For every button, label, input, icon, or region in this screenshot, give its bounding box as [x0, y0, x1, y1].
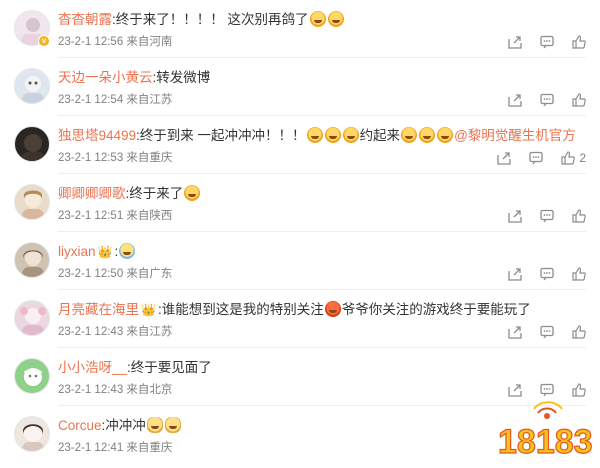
avatar[interactable]: [14, 358, 50, 394]
comment-icon[interactable]: [540, 35, 554, 49]
emoji-icon: [184, 185, 201, 201]
share-icon[interactable]: [508, 209, 522, 223]
like-icon[interactable]: [561, 151, 576, 165]
comment-meta: 23-2-1 12:41 来自重庆: [58, 442, 173, 454]
emoji-icon: [437, 127, 454, 143]
username-link[interactable]: Corcue: [58, 418, 102, 433]
avatar[interactable]: [14, 68, 50, 104]
avatar[interactable]: [14, 300, 50, 336]
comment-line: liyxian 👑:: [58, 242, 136, 262]
comment-text: :终于到来 一起冲冲冲！！！: [136, 128, 306, 143]
comment-line: 小小浩呀__:终于要见面了: [58, 358, 212, 378]
comment-actions: [490, 34, 586, 50]
username-link[interactable]: 卿卿卿卿歌: [58, 186, 126, 201]
comment-actions: 2: [479, 150, 586, 166]
emoji-icon: [306, 127, 323, 143]
comment-text: 约起来: [359, 128, 401, 143]
comment-meta: 23-2-1 12:43 来自江苏: [58, 326, 173, 338]
avatar[interactable]: [14, 126, 50, 162]
comment-line: 天边一朵小黄云:转发微博: [58, 68, 210, 88]
username-link[interactable]: liyxian: [58, 244, 96, 259]
crown-badge-icon: 👑: [141, 303, 156, 317]
avatar[interactable]: [14, 184, 50, 220]
comment-actions: [490, 266, 586, 282]
comment-text: :终于要见面了: [127, 360, 212, 375]
comment-text: :谁能想到这是我的特别关注: [157, 302, 324, 317]
comment-text: :: [114, 244, 119, 259]
like-count: 2: [579, 151, 586, 165]
share-icon[interactable]: [497, 151, 511, 165]
comment-meta: 23-2-1 12:54 来自江苏: [58, 94, 173, 106]
comment-line: 月亮藏在海里 👑:谁能想到这是我的特别关注 爷爷你关注的游戏终于要能玩了: [58, 300, 531, 320]
emoji-icon: [119, 243, 136, 259]
username-link[interactable]: 小小浩呀__: [58, 360, 127, 375]
comment-item: v 杳杳朝露:终于来了！！！！ 这次别再鸽了 23-2-1 12:56 来自河南: [0, 0, 600, 58]
comment-line: 独思塔94499:终于到来 一起冲冲冲！！！ 约起来 @黎明觉醒生机官方: [58, 126, 576, 146]
comment-item: liyxian 👑: 23-2-1 12:50 来自广东: [0, 232, 600, 290]
like-icon[interactable]: [572, 209, 586, 223]
verified-badge-icon: v: [38, 35, 50, 47]
comment-line: 杳杳朝露:终于来了！！！！ 这次别再鸽了: [58, 10, 345, 30]
like-icon[interactable]: [572, 267, 586, 281]
comment-text: :冲冲冲: [101, 418, 146, 433]
comment-text: 爷爷你关注的游戏终于要能玩了: [341, 302, 531, 317]
comment-icon[interactable]: [540, 209, 554, 223]
emoji-icon: [342, 127, 359, 143]
emoji-icon: [146, 417, 163, 433]
comment-item: 独思塔94499:终于到来 一起冲冲冲！！！ 约起来 @黎明觉醒生机官方 23-2-…: [0, 116, 600, 174]
share-icon[interactable]: [508, 93, 522, 107]
site-logo: 18183: [494, 395, 596, 463]
emoji-icon: [324, 301, 341, 317]
logo-text: 18183: [498, 423, 593, 461]
comment-meta: 23-2-1 12:50 来自广东: [58, 268, 173, 280]
comment-text: :终于来了！！！！ 这次别再鸽了: [112, 12, 309, 27]
comment-meta: 23-2-1 12:56 来自河南: [58, 36, 173, 48]
comment-actions: [490, 92, 586, 108]
emoji-icon: [324, 127, 341, 143]
comment-item: 卿卿卿卿歌:终于来了 23-2-1 12:51 来自陕西: [0, 174, 600, 232]
mention-link[interactable]: @黎明觉醒生机官方: [454, 128, 576, 143]
emoji-icon: [309, 11, 326, 27]
comment-line: Corcue:冲冲冲: [58, 416, 182, 436]
comment-actions: [490, 324, 586, 340]
emoji-icon: [164, 417, 181, 433]
comment-item: 天边一朵小黄云:转发微博 23-2-1 12:54 来自江苏: [0, 58, 600, 116]
like-icon[interactable]: [572, 93, 586, 107]
avatar[interactable]: [14, 242, 50, 278]
emoji-icon: [327, 11, 344, 27]
share-icon[interactable]: [508, 325, 522, 339]
username-link[interactable]: 杳杳朝露: [58, 12, 112, 27]
crown-badge-icon: 👑: [97, 245, 113, 259]
comment-icon[interactable]: [540, 267, 554, 281]
like-icon[interactable]: [572, 35, 586, 49]
username-link[interactable]: 天边一朵小黄云: [58, 70, 153, 85]
username-link[interactable]: 独思塔94499: [58, 128, 136, 143]
comment-icon[interactable]: [529, 151, 543, 165]
comment-actions: [490, 208, 586, 224]
like-icon[interactable]: [572, 325, 586, 339]
comment-meta: 23-2-1 12:51 来自陕西: [58, 210, 173, 222]
emoji-icon: [419, 127, 436, 143]
comment-meta: 23-2-1 12:43 来自北京: [58, 384, 173, 396]
comment-text: :转发微博: [152, 70, 211, 85]
username-link[interactable]: 月亮藏在海里: [58, 302, 139, 317]
comment-meta: 23-2-1 12:53 来自重庆: [58, 152, 173, 164]
comment-icon[interactable]: [540, 325, 554, 339]
avatar[interactable]: [14, 416, 50, 452]
emoji-icon: [401, 127, 418, 143]
comment-line: 卿卿卿卿歌:终于来了: [58, 184, 201, 204]
share-icon[interactable]: [508, 35, 522, 49]
comment-item: 月亮藏在海里 👑:谁能想到这是我的特别关注 爷爷你关注的游戏终于要能玩了 23-2-…: [0, 290, 600, 348]
comment-icon[interactable]: [540, 93, 554, 107]
comment-text: :终于来了: [125, 186, 184, 201]
share-icon[interactable]: [508, 267, 522, 281]
